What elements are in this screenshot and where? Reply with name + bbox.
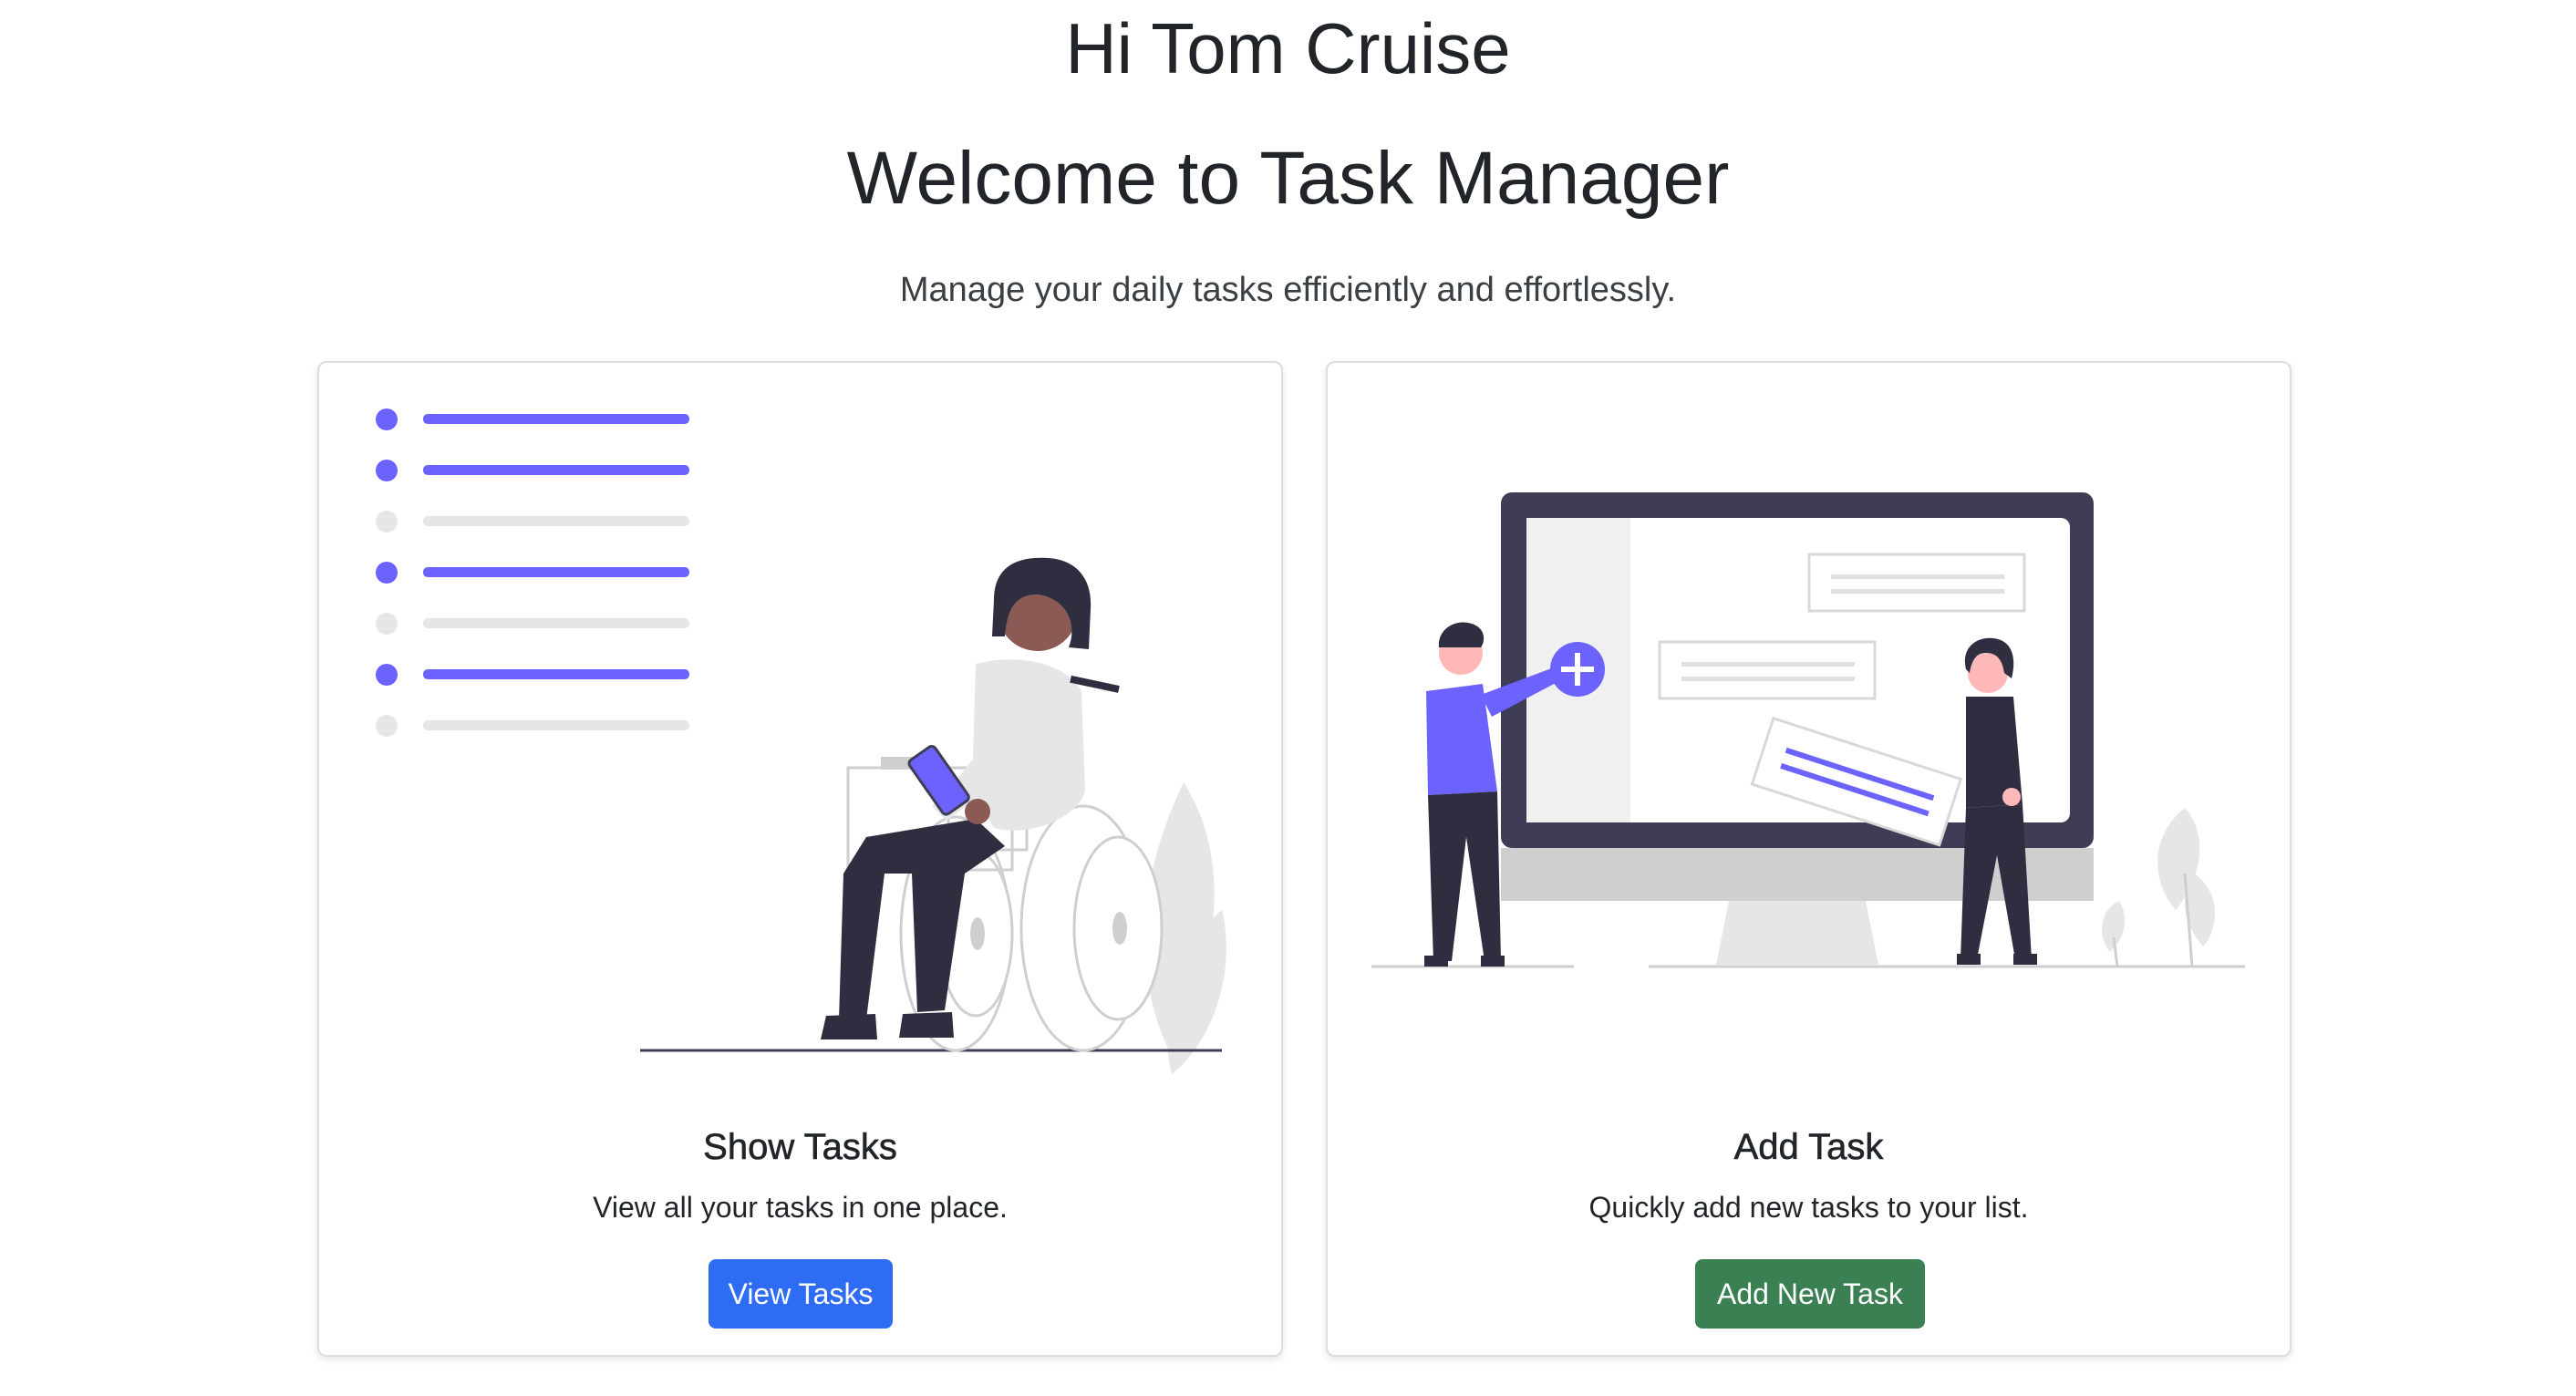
- page: Hi Tom Cruise Welcome to Task Manager Ma…: [0, 0, 2576, 1396]
- add-task-card: Add Task Quickly add new tasks to your l…: [1326, 361, 2292, 1357]
- add-task-title: Add Task: [1733, 1127, 1884, 1168]
- add-task-monitor-illustration: [1371, 492, 2245, 968]
- add-task-description: Quickly add new tasks to your list.: [1588, 1191, 2029, 1224]
- show-tasks-card: Show Tasks View all your tasks in one pl…: [317, 361, 1283, 1357]
- greeting-heading: Hi Tom Cruise: [1065, 8, 1511, 88]
- add-new-task-button[interactable]: Add New Task: [1695, 1259, 1925, 1329]
- page-title: Welcome to Task Manager: [846, 137, 1730, 220]
- show-tasks-title: Show Tasks: [703, 1127, 897, 1168]
- show-tasks-description: View all your tasks in one place.: [593, 1191, 1008, 1224]
- task-list-graphic: [376, 408, 689, 737]
- page-tagline: Manage your daily tasks efficiently and …: [899, 271, 1677, 309]
- task-list-wheelchair-illustration: [376, 408, 1226, 1074]
- view-tasks-button[interactable]: View Tasks: [709, 1259, 893, 1329]
